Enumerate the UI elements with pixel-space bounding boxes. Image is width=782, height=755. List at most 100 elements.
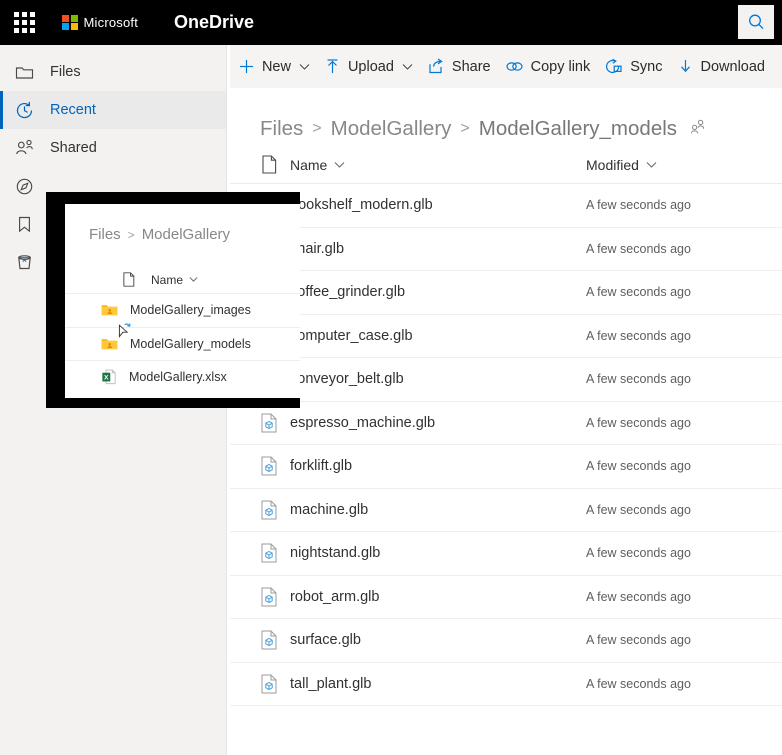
main-content: Files > ModelGallery > ModelGallery_mode… <box>230 88 782 755</box>
table-row[interactable]: bookshelf_modern.glb A few seconds ago <box>230 184 782 228</box>
file-modified: A few seconds ago <box>586 676 691 691</box>
glb-3d-file-icon <box>261 500 277 520</box>
sync-button[interactable]: Sync <box>597 45 669 88</box>
folder-icon <box>14 62 34 82</box>
file-name[interactable]: robot_arm.glb <box>290 589 586 605</box>
svg-text:X: X <box>104 375 109 382</box>
inset-page: Files > ModelGallery Name ModelGallery_i… <box>65 204 300 398</box>
inset-list-item[interactable]: ModelGallery_models <box>65 322 300 361</box>
copy-link-label: Copy link <box>530 58 591 75</box>
file-name[interactable]: computer_case.glb <box>290 328 586 344</box>
clock-icon <box>14 100 34 120</box>
excel-file-icon: X <box>102 369 116 385</box>
sidebar-item-files[interactable]: Files <box>0 53 226 91</box>
inset-list-item-label: ModelGallery.xlsx <box>129 370 227 385</box>
inset-column-header-row: Name <box>65 266 300 293</box>
upload-button[interactable]: Upload <box>317 45 420 88</box>
file-name[interactable]: machine.glb <box>290 502 586 518</box>
copy-link-button[interactable]: Copy link <box>498 45 598 88</box>
glb-3d-file-icon <box>261 587 277 607</box>
file-name[interactable]: coffee_grinder.glb <box>290 284 586 300</box>
search-button[interactable] <box>738 5 774 39</box>
waffle-grid-icon <box>13 12 35 33</box>
file-name[interactable]: forklift.glb <box>290 458 586 474</box>
breadcrumb-item-modelgallery-models[interactable]: ModelGallery_models <box>479 117 677 141</box>
recycle-bin-icon <box>14 252 34 272</box>
microsoft-brand[interactable]: Microsoft <box>62 14 139 31</box>
breadcrumb: Files > ModelGallery > ModelGallery_mode… <box>230 88 782 146</box>
glb-3d-file-icon <box>261 674 277 694</box>
sidebar-item-shared[interactable]: Shared <box>0 129 226 167</box>
table-row[interactable]: chair.glb A few seconds ago <box>230 228 782 271</box>
sidebar-item-label: Shared <box>50 140 97 156</box>
file-list: bookshelf_modern.glb A few seconds ago cha… <box>230 184 782 706</box>
chevron-down-icon <box>334 161 345 168</box>
suite-header: Microsoft OneDrive <box>0 0 782 45</box>
microsoft-wordmark: Microsoft <box>83 15 139 30</box>
table-row[interactable]: forklift.glb A few seconds ago <box>230 445 782 489</box>
breadcrumb-item-modelgallery[interactable]: ModelGallery <box>331 117 452 141</box>
inset-breadcrumb-item-files[interactable]: Files <box>89 226 121 243</box>
file-modified: A few seconds ago <box>586 589 691 604</box>
table-row[interactable]: tall_plant.glb A few seconds ago <box>230 663 782 706</box>
plus-icon <box>239 60 253 73</box>
share-label: Share <box>451 58 491 75</box>
app-launcher-button[interactable] <box>0 0 48 45</box>
file-name[interactable]: surface.glb <box>290 632 586 648</box>
table-row[interactable]: machine.glb A few seconds ago <box>230 489 782 532</box>
sync-label: Sync <box>630 58 663 75</box>
file-icon-cell <box>248 587 290 607</box>
file-name[interactable]: bookshelf_modern.glb <box>290 197 586 213</box>
search-icon <box>748 14 763 29</box>
inset-list-item[interactable]: X ModelGallery.xlsx <box>65 360 300 394</box>
file-modified: A few seconds ago <box>586 328 691 343</box>
new-label: New <box>261 58 291 75</box>
download-button[interactable]: Download <box>670 45 773 88</box>
column-header-modified[interactable]: Modified <box>586 157 657 173</box>
glb-3d-file-icon <box>261 630 277 650</box>
inset-breadcrumb-item-modelgallery[interactable]: ModelGallery <box>142 226 230 243</box>
file-name[interactable]: nightstand.glb <box>290 545 586 561</box>
file-icon-cell <box>248 500 290 520</box>
app-title[interactable]: OneDrive <box>174 12 254 33</box>
file-icon-cell <box>248 456 290 476</box>
microsoft-logo-icon <box>62 14 78 31</box>
column-header-name[interactable]: Name <box>290 157 586 173</box>
share-button[interactable]: Share <box>420 45 498 88</box>
chevron-down-icon <box>646 161 657 168</box>
file-modified: A few seconds ago <box>586 502 691 517</box>
upload-arrow-icon <box>327 59 338 73</box>
chevron-down-icon <box>299 63 310 70</box>
table-row[interactable]: surface.glb A few seconds ago <box>230 619 782 663</box>
file-type-icon <box>123 272 135 287</box>
column-header-modified-label: Modified <box>586 156 639 173</box>
table-row[interactable]: nightstand.glb A few seconds ago <box>230 532 782 576</box>
table-row[interactable]: espresso_machine.glb A few seconds ago <box>230 402 782 445</box>
new-button[interactable]: New <box>231 45 317 88</box>
inset-column-header-name[interactable]: Name <box>151 273 198 287</box>
breadcrumb-item-files[interactable]: Files <box>260 117 303 141</box>
column-header-row: Name Modified <box>230 146 782 184</box>
inset-list-item[interactable]: ModelGallery_images <box>65 293 300 327</box>
link-icon <box>506 62 523 71</box>
chevron-down-icon <box>402 63 413 70</box>
file-modified: A few seconds ago <box>586 546 691 561</box>
table-row[interactable]: coffee_grinder.glb A few seconds ago <box>230 271 782 315</box>
column-header-file-type[interactable] <box>248 155 290 174</box>
inset-breadcrumb-separator: > <box>127 227 135 242</box>
file-icon-cell <box>248 543 290 563</box>
shared-folder-icon <box>101 305 118 316</box>
table-row[interactable]: computer_case.glb A few seconds ago <box>230 315 782 358</box>
bookmark-icon <box>14 214 34 234</box>
file-icon-cell <box>248 413 290 433</box>
file-name[interactable]: chair.glb <box>290 241 586 257</box>
sidebar-item-recent[interactable]: Recent <box>0 91 226 129</box>
table-row[interactable]: conveyor_belt.glb A few seconds ago <box>230 358 782 402</box>
table-row[interactable]: robot_arm.glb A few seconds ago <box>230 576 782 619</box>
file-name[interactable]: tall_plant.glb <box>290 676 586 692</box>
compass-icon <box>14 176 34 196</box>
breadcrumb-separator: > <box>312 120 322 137</box>
command-bar: New Upload Share Copy link Sync Download <box>230 45 782 88</box>
file-name[interactable]: conveyor_belt.glb <box>290 371 586 387</box>
file-name[interactable]: espresso_machine.glb <box>290 415 586 431</box>
